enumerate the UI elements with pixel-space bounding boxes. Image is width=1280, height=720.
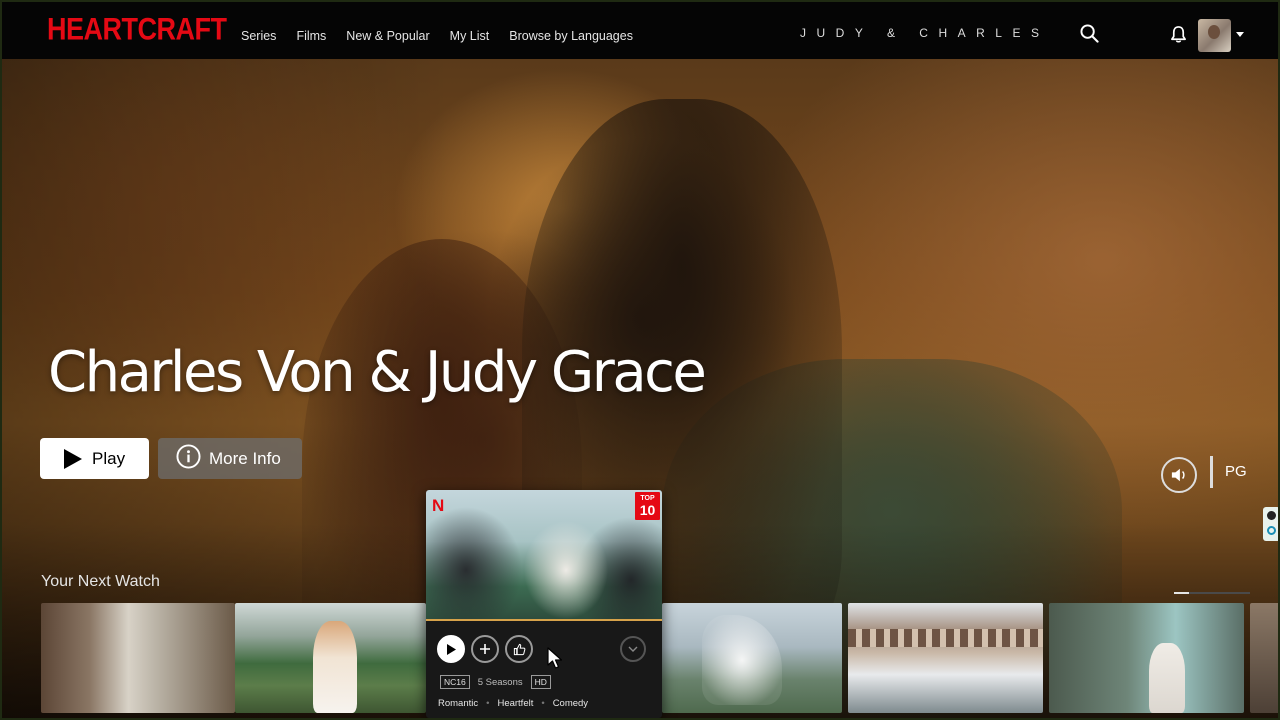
profile-title: JUDY & CHARLES [800, 26, 1050, 40]
play-button[interactable]: Play [40, 438, 149, 479]
card-actions [437, 635, 533, 663]
title-card[interactable] [235, 603, 426, 713]
genre-separator: • [486, 698, 490, 709]
title-card[interactable] [1049, 603, 1244, 713]
app-window: HEARTCRAFT Series Films New & Popular My… [0, 0, 1280, 720]
top10-badge: TOP 10 [635, 492, 660, 520]
card-play-button[interactable] [437, 635, 465, 663]
floating-widget[interactable] [1263, 507, 1278, 541]
maturity-tag: NC16 [440, 675, 470, 689]
genre-tag: Heartfelt [497, 698, 534, 709]
maturity-rating: PG [1210, 456, 1247, 488]
nav-new-popular[interactable]: New & Popular [346, 29, 429, 43]
card-thumbnail[interactable]: N TOP 10 [426, 490, 662, 621]
caret-down-icon[interactable] [1236, 32, 1244, 37]
close-icon[interactable] [1267, 511, 1276, 520]
seasons-count: 5 Seasons [477, 676, 523, 688]
avatar[interactable] [1198, 19, 1231, 52]
hero-title: Charles Von & Judy Grace [48, 340, 707, 405]
main-nav: Series Films New & Popular My List Brows… [241, 29, 633, 43]
more-info-button-label: More Info [209, 448, 281, 468]
play-icon [64, 448, 82, 469]
row-page-indicator-fill [1174, 592, 1190, 594]
genre-tag: Comedy [552, 698, 589, 709]
top10-badge-number: 10 [639, 502, 656, 518]
nav-browse-languages[interactable]: Browse by Languages [509, 29, 633, 43]
more-details-button[interactable] [620, 636, 646, 662]
title-card[interactable] [1250, 603, 1278, 713]
thumbs-up-button[interactable] [505, 635, 533, 663]
title-card[interactable] [848, 603, 1043, 713]
play-button-label: Play [92, 448, 126, 468]
brand-logo[interactable]: HEARTCRAFT [47, 12, 227, 48]
nav-series[interactable]: Series [241, 29, 276, 43]
top-navigation-bar: HEARTCRAFT Series Films New & Popular My… [2, 2, 1278, 59]
settings-icon[interactable] [1267, 526, 1276, 535]
brand-badge: N [432, 496, 445, 515]
card-meta: NC16 5 Seasons HD [440, 675, 551, 689]
nav-my-list[interactable]: My List [450, 29, 490, 43]
row-page-indicator [1174, 592, 1250, 594]
expanded-title-card[interactable]: N TOP 10 NC16 5 Seasons HD Romantic • He… [426, 490, 662, 718]
title-card[interactable] [41, 603, 235, 713]
info-icon [176, 443, 201, 474]
row-title: Your Next Watch [41, 573, 160, 590]
mouse-cursor-icon [546, 646, 564, 674]
more-info-button[interactable]: More Info [158, 438, 302, 479]
bell-icon[interactable] [1170, 25, 1187, 48]
search-icon[interactable] [1080, 24, 1099, 47]
quality-tag: HD [530, 675, 551, 689]
card-genres: Romantic • Heartfelt • Comedy [438, 698, 588, 709]
volume-icon[interactable] [1161, 457, 1197, 493]
add-to-list-button[interactable] [471, 635, 499, 663]
title-card[interactable] [662, 603, 842, 713]
nav-films[interactable]: Films [296, 29, 326, 43]
genre-separator: • [541, 698, 545, 709]
genre-tag: Romantic [438, 698, 479, 709]
